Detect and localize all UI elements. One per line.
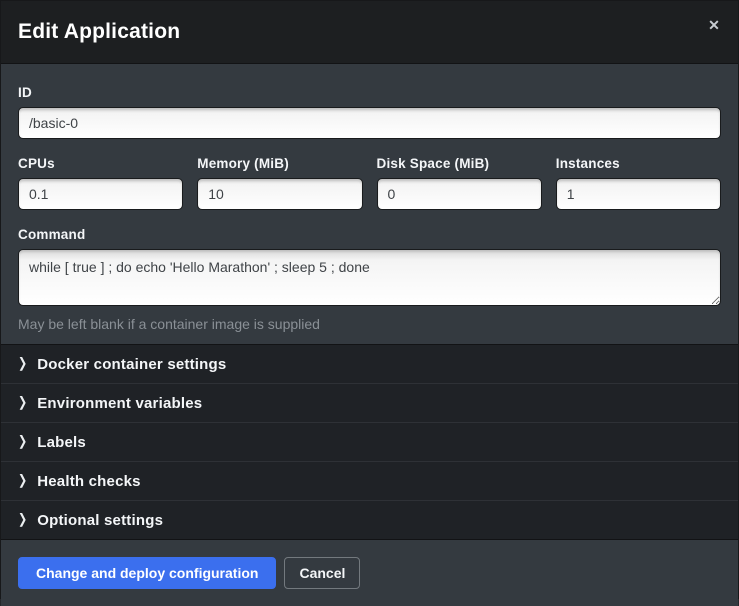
id-input[interactable] [18,107,721,139]
instances-input[interactable] [556,178,721,210]
section-label: Environment variables [37,395,202,412]
section-label: Health checks [37,473,140,490]
instances-label: Instances [556,156,721,171]
chevron-right-icon: ❯ [18,357,27,371]
section-environment-variables[interactable]: ❯ Environment variables [1,384,738,423]
command-help-text: May be left blank if a container image i… [18,316,721,332]
cpus-input[interactable] [18,178,183,210]
change-and-deploy-button[interactable]: Change and deploy configuration [18,557,276,589]
id-label: ID [18,85,721,100]
section-label: Labels [37,434,86,451]
chevron-right-icon: ❯ [18,396,27,410]
modal-footer: Change and deploy configuration Cancel [1,540,738,606]
cpus-label: CPUs [18,156,183,171]
cancel-button[interactable]: Cancel [284,557,360,589]
instances-field-group: Instances [556,156,721,210]
resource-fields-row: CPUs Memory (MiB) Disk Space (MiB) Insta… [18,156,721,210]
cpus-field-group: CPUs [18,156,183,210]
section-label: Docker container settings [37,356,226,373]
chevron-right-icon: ❯ [18,435,27,449]
section-health-checks[interactable]: ❯ Health checks [1,462,738,501]
section-optional-settings[interactable]: ❯ Optional settings [1,501,738,540]
memory-field-group: Memory (MiB) [197,156,362,210]
chevron-right-icon: ❯ [18,513,27,527]
disk-field-group: Disk Space (MiB) [377,156,542,210]
close-icon[interactable]: ✕ [704,15,724,35]
disk-label: Disk Space (MiB) [377,156,542,171]
modal-title: Edit Application [18,20,180,44]
command-textarea[interactable]: while [ true ] ; do echo 'Hello Marathon… [18,249,721,306]
modal-header: Edit Application ✕ [1,1,738,64]
section-labels[interactable]: ❯ Labels [1,423,738,462]
memory-input[interactable] [197,178,362,210]
edit-application-modal: Edit Application ✕ ID CPUs Memory (MiB) … [0,0,739,599]
command-label: Command [18,227,721,242]
collapsible-sections: ❯ Docker container settings ❯ Environmen… [1,344,738,540]
form-body: ID CPUs Memory (MiB) Disk Space (MiB) In… [1,64,738,344]
disk-input[interactable] [377,178,542,210]
memory-label: Memory (MiB) [197,156,362,171]
id-field-group: ID [18,85,721,139]
command-field-group: Command while [ true ] ; do echo 'Hello … [18,227,721,332]
chevron-right-icon: ❯ [18,474,27,488]
section-label: Optional settings [37,512,163,529]
section-docker-container-settings[interactable]: ❯ Docker container settings [1,345,738,384]
